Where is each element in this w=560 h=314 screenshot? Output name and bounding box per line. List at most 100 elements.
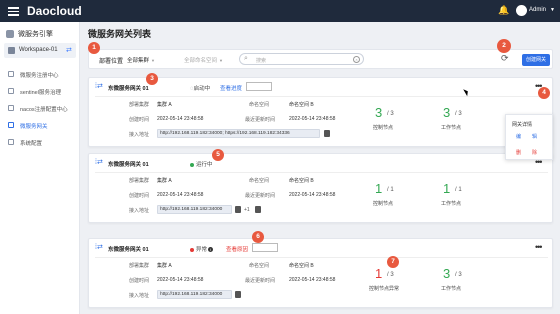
- menu-item-details[interactable]: 网关详情: [512, 121, 532, 128]
- main-content: 微服务网关列表 部署位置 全部集群 ▼ 全部命名空间 ▼ ⌕ 搜索 × ⟳ 创建网关…: [80, 22, 560, 314]
- sidebar-item-nacos[interactable]: nacos注册配置中心: [0, 102, 80, 115]
- copy-icon[interactable]: [255, 206, 261, 213]
- search-input[interactable]: ⌕ 搜索 ×: [239, 53, 364, 65]
- sidebar-item-label: 微服务网关: [20, 124, 48, 130]
- menu-item-delete[interactable]: 删: [516, 149, 521, 156]
- settings-icon: [8, 139, 14, 145]
- page-title: 微服务网关列表: [88, 29, 152, 39]
- info-icon[interactable]: i: [208, 247, 214, 252]
- chevron-down-icon: ▼: [151, 58, 155, 63]
- context-menu: 网关详情 编 辑 删 除: [505, 114, 553, 160]
- view-reason-link[interactable]: 查看原因: [226, 245, 248, 253]
- worker-nodes-total: / 1: [455, 187, 462, 193]
- create-gateway-button[interactable]: 创建网关: [522, 54, 550, 66]
- annotation-marker: 7: [387, 256, 399, 268]
- copy-icon[interactable]: [235, 291, 241, 298]
- created-value: 2022-05-14 23:48:58: [157, 192, 204, 198]
- status-text: 启动中: [193, 86, 211, 92]
- annotation-marker: 1: [88, 42, 100, 54]
- more-icon[interactable]: •••: [535, 242, 543, 252]
- deploy-location-label: 部署位置: [99, 59, 124, 65]
- annotation-marker: 3: [146, 73, 158, 85]
- worker-nodes-label: 工作节点: [441, 201, 462, 207]
- namespace-label: 命名空间: [249, 102, 270, 108]
- updated-value: 2022-05-14 23:48:58: [289, 192, 336, 198]
- control-nodes-total: / 3: [387, 111, 394, 117]
- refresh-icon[interactable]: ⟳: [501, 53, 509, 64]
- cluster-select-value: 全部集群: [127, 58, 150, 64]
- module-icon: [6, 30, 14, 39]
- namespace-value: 命名空间 B: [289, 178, 314, 184]
- updated-value: 2022-05-14 23:48:58: [289, 116, 336, 122]
- switch-icon[interactable]: ⇄: [66, 46, 72, 54]
- gateway-name[interactable]: 东微服务网关 01: [108, 160, 149, 168]
- workspace-selector[interactable]: Workspace-01 ⇄: [4, 43, 76, 58]
- sentinel-icon: [8, 88, 14, 94]
- clear-icon[interactable]: ×: [353, 56, 360, 63]
- namespace-label: 命名空间: [249, 263, 270, 269]
- highlight-box: [252, 243, 278, 252]
- menu-icon[interactable]: [8, 5, 19, 17]
- status-badge: 运行中: [190, 160, 213, 168]
- control-nodes-ok: 3: [375, 105, 383, 120]
- gateway-name[interactable]: 东微服务网关 01: [108, 84, 149, 92]
- annotation-marker: 2: [497, 39, 511, 53]
- created-label: 创建时间: [129, 117, 150, 123]
- namespace-value: 命名空间 B: [289, 263, 314, 269]
- sidebar-item-settings[interactable]: 系统配置: [0, 136, 80, 149]
- chevron-down-icon[interactable]: ▼: [550, 7, 555, 13]
- user-name[interactable]: Admin: [529, 7, 546, 13]
- updated-label: 最近更新时间: [245, 117, 276, 123]
- status-dot: [190, 162, 194, 167]
- sidebar-item-label: sentinel服务治理: [20, 90, 61, 96]
- namespace-value: 命名空间 B: [289, 102, 314, 108]
- gateway-icon: ⁞⇄: [95, 83, 103, 90]
- workspace-icon: [8, 47, 15, 54]
- worker-nodes-label: 工作节点: [441, 286, 462, 292]
- worker-nodes-total: / 3: [455, 272, 462, 278]
- cluster-value: 集群 A: [157, 102, 172, 108]
- extra-address-count[interactable]: +1: [244, 207, 250, 213]
- nacos-icon: [8, 105, 14, 111]
- menu-item-edit-2[interactable]: 辑: [532, 133, 537, 140]
- filter-bar: 部署位置 全部集群 ▼ 全部命名空间 ▼ ⌕ 搜索 × ⟳ 创建网关: [88, 49, 553, 69]
- bell-icon[interactable]: 🔔: [498, 5, 509, 16]
- cluster-select[interactable]: 全部集群 ▼: [127, 56, 155, 64]
- registry-icon: [8, 71, 14, 77]
- address-value: http://192.168.119.182:34000; https://19…: [157, 129, 320, 138]
- sidebar-item-label: 微服务注册中心: [20, 73, 59, 79]
- control-nodes-error-label: 控制节点异常: [369, 286, 400, 292]
- gateway-card: ⁞⇄ 东微服务网关 01 ◌启动中 查看进度 ••• 部署集群 集群 A 命名空…: [88, 77, 553, 147]
- workspace-name: Workspace-01: [19, 47, 58, 53]
- status-badge: ◌启动中: [190, 84, 210, 92]
- sidebar-item-gateway[interactable]: 微服务网关: [0, 119, 80, 132]
- copy-icon[interactable]: [324, 130, 330, 137]
- worker-nodes-ok: 1: [443, 181, 451, 196]
- sidebar-item-label: 系统配置: [20, 141, 43, 147]
- gateway-name[interactable]: 东微服务网关 01: [108, 245, 149, 253]
- address-label: 接入地址: [129, 293, 150, 299]
- created-value: 2022-05-14 23:48:58: [157, 277, 204, 283]
- sidebar-item-sentinel[interactable]: sentinel服务治理: [0, 85, 80, 98]
- menu-item-edit[interactable]: 编: [516, 133, 521, 140]
- divider: [95, 172, 548, 173]
- copy-icon[interactable]: [235, 206, 241, 213]
- namespace-label: 命名空间: [249, 178, 270, 184]
- namespace-select[interactable]: 全部命名空间 ▼: [184, 56, 223, 64]
- worker-nodes-label: 工作节点: [441, 125, 462, 131]
- annotation-marker: 5: [212, 149, 224, 161]
- updated-label: 最近更新时间: [245, 193, 276, 199]
- search-placeholder: 搜索: [256, 58, 267, 64]
- highlight-box: [246, 82, 272, 91]
- gateway-card: ⁞⇄ 东微服务网关 01 异常 i 查看原因 ••• 部署集群 集群 A 命名空间…: [88, 238, 553, 308]
- sidebar-item-registry[interactable]: 微服务注册中心: [0, 68, 80, 81]
- cluster-label: 部署集群: [129, 178, 150, 184]
- chevron-down-icon: ▼: [219, 58, 223, 63]
- control-nodes-total: / 1: [387, 187, 394, 193]
- cluster-value: 集群 A: [157, 263, 172, 269]
- avatar[interactable]: [516, 5, 527, 16]
- view-progress-link[interactable]: 查看进度: [220, 84, 242, 92]
- sidebar-header: 微服务引擎: [6, 29, 53, 39]
- annotation-marker: 6: [252, 231, 264, 243]
- menu-item-delete-2[interactable]: 除: [532, 149, 537, 156]
